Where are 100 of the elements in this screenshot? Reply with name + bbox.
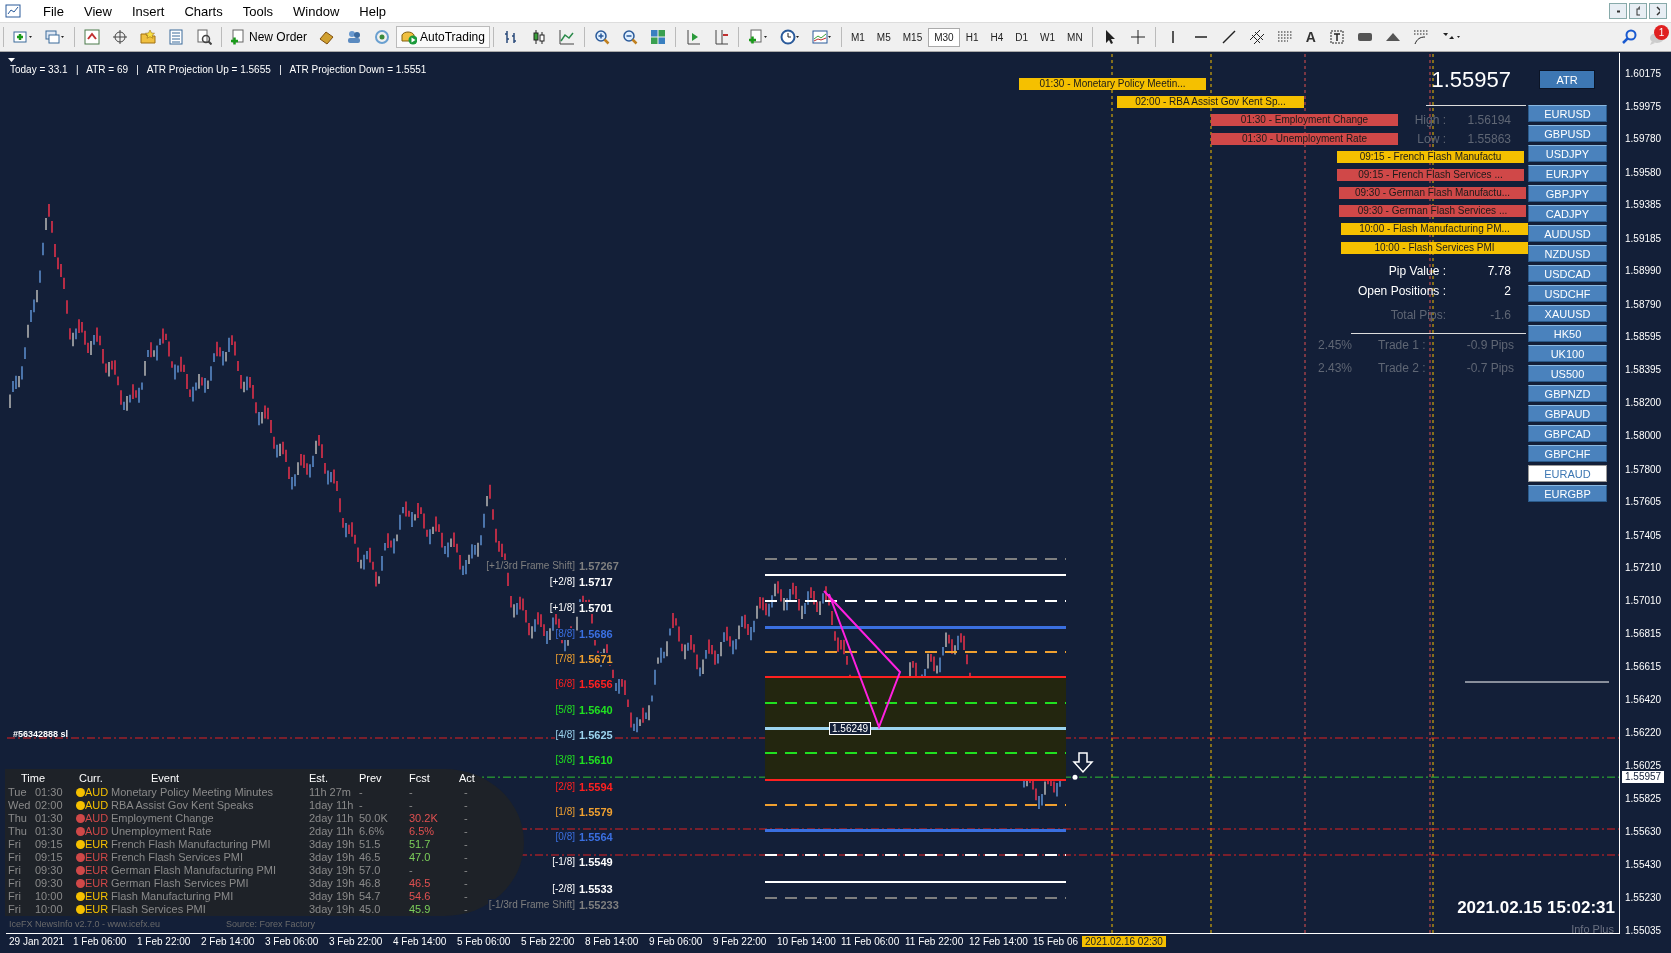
time-tick: 3 Feb 22:00 xyxy=(329,936,384,947)
time-tick: 1 Feb 06:00 xyxy=(73,936,128,947)
symbol-button[interactable]: XAUUSD xyxy=(1528,305,1607,322)
table-cell-text: AUD xyxy=(85,825,110,838)
price-tick: 1.55230 xyxy=(1625,892,1662,905)
table-cell-text: - xyxy=(463,838,469,851)
table-cell-text: 50.0K xyxy=(359,812,389,825)
symbol-button[interactable]: CADJPY xyxy=(1528,205,1607,222)
table-cell-text: 10:00 xyxy=(34,903,64,916)
symbol-button[interactable]: EURUSD xyxy=(1528,105,1607,122)
price-tick: 1.56420 xyxy=(1625,693,1662,706)
symbol-button[interactable]: NZDUSD xyxy=(1528,245,1607,262)
table-cell-text: - xyxy=(463,890,469,903)
level-price: 1.5701 xyxy=(578,602,614,615)
symbol-button[interactable]: EURAUD xyxy=(1528,465,1607,482)
table-cell-text: - xyxy=(463,877,469,890)
level-price: 1.5533 xyxy=(578,882,614,895)
table-cell-text: Fri xyxy=(8,838,22,851)
symbol-button[interactable]: GBPNZD xyxy=(1528,385,1607,402)
symbol-button[interactable]: GBPAUD xyxy=(1528,405,1607,422)
column-header: Est. xyxy=(309,772,329,786)
time-tick: 9 Feb 06:00 xyxy=(649,936,704,947)
table-cell-text: 47.0 xyxy=(409,851,432,864)
info-label: High : xyxy=(1414,113,1446,127)
table-cell-text: EUR xyxy=(85,851,110,864)
level-label: [6/8] xyxy=(554,677,576,690)
timeframe-button[interactable]: W1 xyxy=(1034,27,1062,47)
table-cell-text: Fri xyxy=(8,864,22,877)
level-label: [-1/8] xyxy=(551,856,576,869)
table-cell-text: French Flash Services PMI xyxy=(111,851,245,864)
symbol-button[interactable]: GBPUSD xyxy=(1528,125,1607,142)
timeframe-button[interactable]: M30 xyxy=(928,27,960,47)
menu-item[interactable]: File xyxy=(33,3,74,19)
symbol-button[interactable]: EURJPY xyxy=(1528,165,1607,182)
news-event-bar: 09:30 - German Flash Manufactu... xyxy=(1339,187,1526,199)
plugin-footer: IceFX NewsInfo v2.7.0 - www.icefx.eu xyxy=(9,919,161,929)
price-tick: 1.55035 xyxy=(1625,924,1662,937)
news-event-bar: 01:30 - Unemployment Rate xyxy=(1211,133,1398,145)
symbol-button[interactable]: UK100 xyxy=(1528,345,1607,362)
column-header: Curr. xyxy=(78,772,104,786)
timeframe-button[interactable]: M5 xyxy=(870,27,897,47)
symbol-button[interactable]: GBPJPY xyxy=(1528,185,1607,202)
news-event-bar: 01:30 - Employment Change xyxy=(1211,114,1398,126)
symbol-button[interactable]: AUDUSD xyxy=(1528,225,1607,242)
table-cell-text: 11h 27m xyxy=(309,786,352,799)
table-cell-text: Thu xyxy=(8,825,28,838)
level-label: [0/8] xyxy=(554,831,576,843)
autotrading-button[interactable]: AutoTrading xyxy=(396,26,490,48)
text-tool-button[interactable]: A xyxy=(1298,28,1323,46)
table-cell-text: - xyxy=(409,786,414,799)
time-tick: 3 Feb 06:00 xyxy=(265,936,320,947)
table-cell-text: German Flash Services PMI xyxy=(111,877,250,890)
symbol-button[interactable]: USDJPY xyxy=(1528,145,1607,162)
table-cell-text: Flash Manufacturing PMI xyxy=(111,890,235,903)
price-tick: 1.59975 xyxy=(1625,100,1662,113)
table-cell-text: EUR xyxy=(85,890,110,903)
timeframe-button[interactable]: H1 xyxy=(959,27,985,47)
plugin-label: Info Plus xyxy=(1571,923,1614,935)
table-cell-text: 45.9 xyxy=(409,903,432,916)
table-cell-text: - xyxy=(359,786,364,799)
timeframe-button[interactable]: M1 xyxy=(844,27,871,47)
timeframe-button[interactable]: M15 xyxy=(896,27,929,47)
price-tick: 1.60175 xyxy=(1625,67,1662,80)
timeframe-button[interactable]: D1 xyxy=(1009,27,1035,47)
price-tick: 1.56220 xyxy=(1625,727,1662,740)
price-tick: 1.56025 xyxy=(1625,759,1662,772)
table-cell-text: - xyxy=(463,851,469,864)
menu-item[interactable]: Help xyxy=(349,3,397,19)
symbol-button[interactable]: HK50 xyxy=(1528,325,1607,342)
symbol-button[interactable]: US500 xyxy=(1528,365,1607,382)
menu-item[interactable]: Window xyxy=(283,3,350,19)
menu-item[interactable]: Tools xyxy=(232,3,284,19)
atr-button[interactable]: ATR xyxy=(1539,70,1595,89)
symbol-button[interactable]: USDCAD xyxy=(1528,265,1607,282)
symbol-button[interactable]: GBPCAD xyxy=(1528,425,1607,442)
symbol-button[interactable]: GBPCHF xyxy=(1528,445,1607,462)
table-cell-text: EUR xyxy=(85,877,110,890)
level-price: 1.5640 xyxy=(578,704,614,717)
table-cell-text: Employment Change xyxy=(111,812,215,825)
notification-badge: 1 xyxy=(1654,25,1669,40)
source-label: Source: Forex Factory xyxy=(226,919,316,929)
price-tick: 1.57800 xyxy=(1625,463,1662,476)
menu-item[interactable]: View xyxy=(73,3,122,19)
info-label: Low : xyxy=(1417,132,1446,146)
timeframe-button[interactable]: H4 xyxy=(984,27,1010,47)
info-label: Total Pips: xyxy=(1390,308,1446,322)
new-order-button[interactable]: New Order xyxy=(225,26,312,48)
price-tick: 1.55430 xyxy=(1625,859,1662,872)
time-tick: 29 Jan 2021 xyxy=(9,936,66,947)
menu-item[interactable]: Insert xyxy=(121,3,175,19)
price-tick: 1.56615 xyxy=(1625,661,1662,674)
menu-item[interactable]: Charts xyxy=(174,3,233,19)
info-value: 1.55863 xyxy=(1467,132,1511,146)
price-tick: 1.58595 xyxy=(1625,331,1662,344)
price-tick: 1.55630 xyxy=(1625,825,1662,838)
timeframe-button[interactable]: MN xyxy=(1061,27,1089,47)
symbol-button[interactable]: USDCHF xyxy=(1528,285,1607,302)
news-event-bar: 10:00 - Flash Services PMI xyxy=(1341,242,1528,254)
symbol-button[interactable]: EURGBP xyxy=(1528,485,1607,502)
table-cell-text: - xyxy=(409,799,414,812)
